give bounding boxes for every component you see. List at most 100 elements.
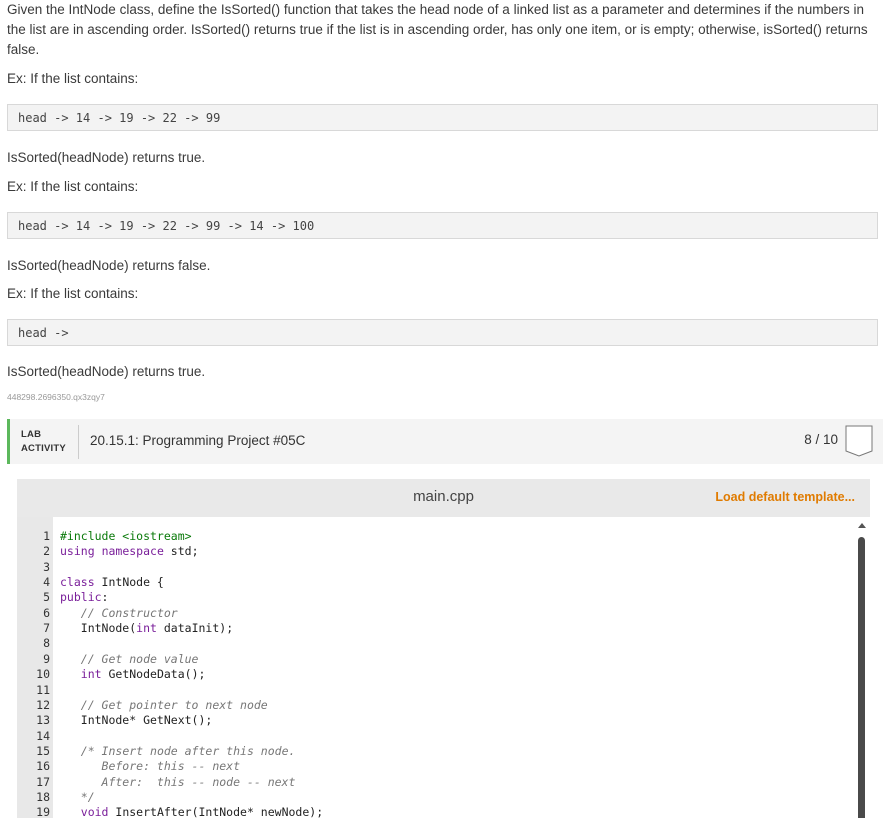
code-line[interactable]: 14 xyxy=(17,728,847,744)
code-token: // Get node value xyxy=(80,651,199,666)
code-token: #include <iostream> xyxy=(60,529,192,543)
lab-label-line2: ACTIVITY xyxy=(21,443,66,454)
code-token: class xyxy=(60,575,95,590)
code-token: public xyxy=(60,590,102,605)
code-token: IntNode { xyxy=(94,575,164,590)
code-text[interactable]: // Get node value xyxy=(60,651,199,667)
example-3-lead: Ex: If the list contains: xyxy=(7,286,139,301)
line-number: 15 xyxy=(36,743,50,758)
code-line[interactable]: 13 IntNode* GetNext(); xyxy=(17,712,847,728)
line-number: 14 xyxy=(36,728,50,743)
code-token: : xyxy=(101,590,109,605)
code-line[interactable]: 2 using namespace std; xyxy=(17,543,847,559)
line-number: 16 xyxy=(36,759,50,774)
editor-header: main.cpp Load default template... xyxy=(17,479,870,517)
code-line[interactable]: 5 public: xyxy=(17,589,847,605)
code-line[interactable]: 3 xyxy=(17,559,847,575)
line-number: 11 xyxy=(36,682,50,697)
code-token: After: this -- node -- next xyxy=(60,774,296,789)
code-text[interactable]: Before: this -- next xyxy=(60,758,240,774)
divider xyxy=(78,425,79,459)
code-token: IntNode( xyxy=(60,621,137,636)
code-text[interactable]: After: this -- node -- next xyxy=(60,774,296,790)
code-text[interactable]: */ xyxy=(60,789,95,805)
example-2-code: head -> 14 -> 19 -> 22 -> 99 -> 14 -> 10… xyxy=(7,212,878,239)
code-line[interactable]: 1 #include <iostream> xyxy=(17,528,847,544)
code-text[interactable]: IntNode(int dataInit); xyxy=(60,620,233,636)
code-token: IntNode* GetNext(); xyxy=(60,713,213,728)
line-number: 2 xyxy=(43,544,50,559)
code-token: using xyxy=(60,544,95,559)
line-number: 7 xyxy=(43,621,50,636)
line-number: 4 xyxy=(43,575,50,590)
line-number: 19 xyxy=(36,805,50,818)
code-token: */ xyxy=(60,789,95,804)
line-number: 3 xyxy=(43,559,50,574)
code-line[interactable]: 7 IntNode(int dataInit); xyxy=(17,620,847,636)
code-line[interactable]: 15 /* Insert node after this node. xyxy=(17,743,847,759)
code-text[interactable]: using namespace std; xyxy=(60,543,199,559)
example-2-result: IsSorted(headNode) returns false. xyxy=(7,258,211,273)
code-text[interactable]: public: xyxy=(60,589,108,605)
code-editor[interactable]: 1 #include <iostream> 2 using namespace std… xyxy=(17,517,870,818)
code-token: std; xyxy=(163,544,199,559)
lab-activity-header: LAB ACTIVITY 20.15.1: Programming Projec… xyxy=(7,419,883,464)
code-text[interactable]: class IntNode { xyxy=(60,574,164,590)
code-token: int xyxy=(80,667,102,682)
code-text[interactable]: int GetNodeData(); xyxy=(60,666,206,682)
code-line[interactable]: 19 void InsertAfter(IntNode* newNode); xyxy=(17,804,847,818)
line-number: 9 xyxy=(43,651,50,666)
code-text[interactable]: // Constructor xyxy=(60,605,178,621)
code-token: // Constructor xyxy=(80,605,178,620)
line-number: 6 xyxy=(43,605,50,620)
example-1-lead: Ex: If the list contains: xyxy=(7,71,139,86)
code-line[interactable]: 16 Before: this -- next xyxy=(17,758,847,774)
problem-description: Given the IntNode class, define the IsSo… xyxy=(7,2,868,57)
tracking-id: 448298.2696350.qx3zqy7 xyxy=(7,392,105,402)
code-token: void xyxy=(80,805,109,818)
code-text[interactable]: /* Insert node after this node. xyxy=(60,743,296,759)
line-number: 17 xyxy=(36,774,50,789)
code-token: dataInit); xyxy=(156,621,234,636)
lab-title: 20.15.1: Programming Project #05C xyxy=(90,433,306,448)
code-token: /* Insert node after this node. xyxy=(80,743,296,758)
code-line[interactable]: 4 class IntNode { xyxy=(17,574,847,590)
code-text[interactable]: void InsertAfter(IntNode* newNode); xyxy=(60,804,323,818)
lab-label-line1: LAB xyxy=(21,429,42,440)
code-line[interactable]: 6 // Constructor xyxy=(17,605,847,621)
code-token: // Get pointer to next node xyxy=(80,697,268,712)
line-number: 12 xyxy=(36,697,50,712)
line-number: 18 xyxy=(36,789,50,804)
code-line[interactable]: 11 xyxy=(17,682,847,698)
code-line[interactable]: 18 */ xyxy=(17,789,847,805)
code-token: int xyxy=(136,621,157,636)
code-token: GetNodeData(); xyxy=(101,667,206,682)
load-default-template-link[interactable]: Load default template... xyxy=(715,490,855,504)
code-token: namespace xyxy=(101,544,164,559)
lab-score: 8 / 10 xyxy=(804,432,838,447)
example-1-result: IsSorted(headNode) returns true. xyxy=(7,150,206,165)
code-line[interactable]: 17 After: this -- node -- next xyxy=(17,774,847,790)
code-line[interactable]: 10 int GetNodeData(); xyxy=(17,666,847,682)
code-line[interactable]: 12 // Get pointer to next node xyxy=(17,697,847,713)
scroll-up-arrow-icon[interactable] xyxy=(858,523,866,528)
score-badge-icon xyxy=(845,425,873,457)
code-line[interactable]: 9 // Get node value xyxy=(17,651,847,667)
example-3-code: head -> xyxy=(7,319,878,346)
editor-scrollbar[interactable] xyxy=(855,517,869,818)
scrollbar-thumb[interactable] xyxy=(858,537,865,818)
code-token: InsertAfter(IntNode* newNode); xyxy=(108,805,324,818)
code-text[interactable]: #include <iostream> xyxy=(60,528,192,544)
code-line[interactable]: 8 xyxy=(17,635,847,651)
example-1-code: head -> 14 -> 19 -> 22 -> 99 xyxy=(7,104,878,131)
code-text[interactable]: IntNode* GetNext(); xyxy=(60,712,213,728)
lab-activity-label: LAB ACTIVITY xyxy=(21,428,66,456)
code-text[interactable]: // Get pointer to next node xyxy=(60,697,268,713)
line-number: 8 xyxy=(43,636,50,651)
